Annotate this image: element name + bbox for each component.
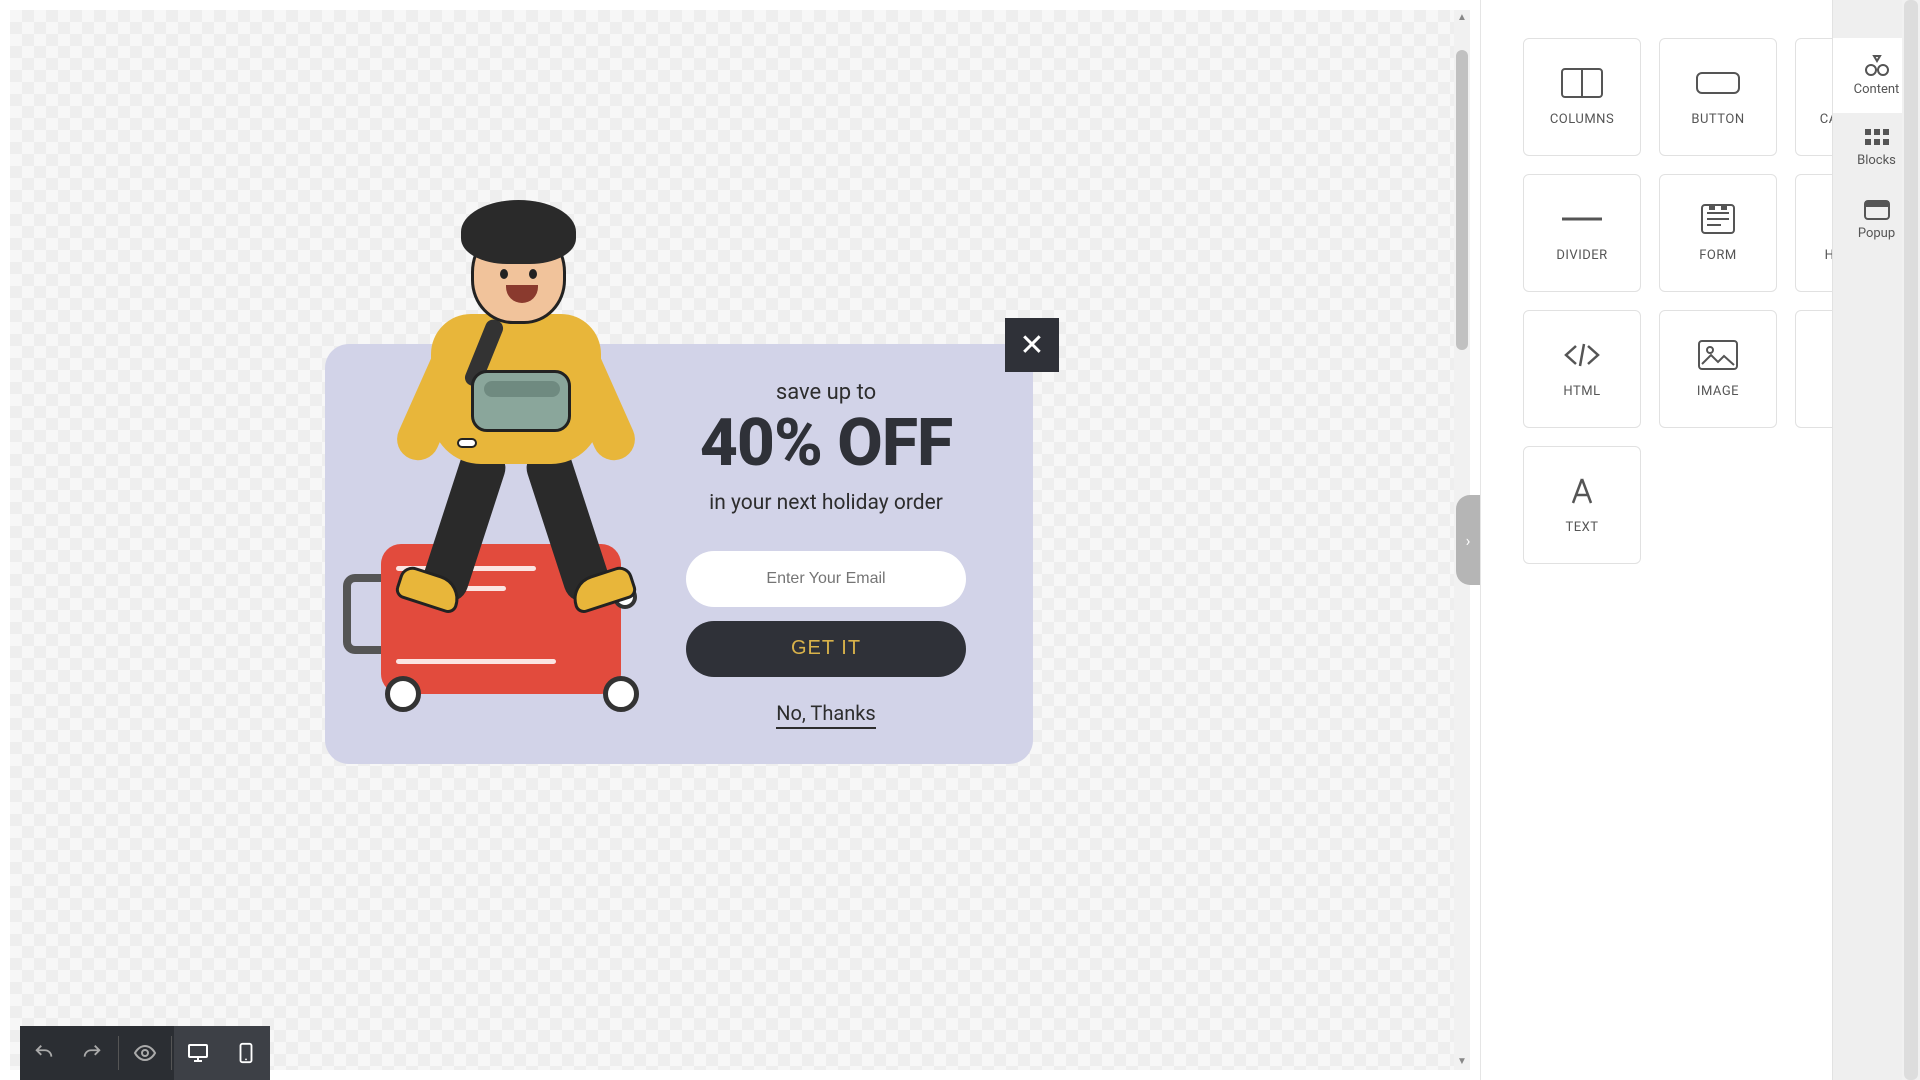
redo-icon	[81, 1042, 103, 1064]
rail-label: Content	[1854, 82, 1900, 97]
traveler-illustration	[321, 254, 671, 734]
image-icon	[1696, 340, 1740, 370]
scroll-down-arrow[interactable]: ▼	[1454, 1054, 1470, 1070]
editor-canvas-wrap: ▲ ▼ ✕	[0, 0, 1480, 1080]
block-label: IMAGE	[1697, 384, 1739, 399]
rail-label: Popup	[1858, 226, 1895, 241]
redo-button[interactable]	[68, 1026, 116, 1080]
chevron-right-icon: ›	[1466, 531, 1471, 550]
page-scroll-thumb[interactable]	[1904, 0, 1918, 1080]
block-text[interactable]: TEXT	[1523, 446, 1641, 564]
undo-button[interactable]	[20, 1026, 68, 1080]
mobile-icon	[238, 1042, 254, 1064]
page-scrollbar[interactable]	[1902, 0, 1920, 1080]
undo-icon	[33, 1042, 55, 1064]
eye-icon	[133, 1041, 157, 1065]
popup-content-column: save up to 40% OFF in your next holiday …	[635, 344, 1033, 764]
block-label: HTML	[1563, 384, 1600, 399]
block-form[interactable]: FORM	[1659, 174, 1777, 292]
block-label: FORM	[1699, 248, 1737, 263]
popup-icon	[1864, 200, 1890, 220]
preview-button[interactable]	[121, 1026, 169, 1080]
popup-subtitle[interactable]: in your next holiday order	[709, 491, 943, 515]
blocks-icon	[1865, 129, 1889, 147]
block-columns[interactable]: COLUMNS	[1523, 38, 1641, 156]
html-icon	[1560, 340, 1604, 370]
columns-icon	[1560, 68, 1604, 98]
text-icon	[1560, 476, 1604, 506]
toolbar-separator	[171, 1036, 172, 1070]
block-label: BUTTON	[1691, 112, 1744, 127]
mobile-view-button[interactable]	[222, 1026, 270, 1080]
bottom-toolbar	[20, 1026, 270, 1080]
block-divider[interactable]: DIVIDER	[1523, 174, 1641, 292]
desktop-icon	[186, 1041, 210, 1065]
collapse-sidebar-handle[interactable]: ›	[1456, 495, 1480, 585]
form-icon	[1696, 204, 1740, 234]
desktop-view-button[interactable]	[174, 1026, 222, 1080]
editor-canvas[interactable]: ▲ ▼ ✕	[10, 10, 1470, 1070]
block-label: COLUMNS	[1550, 112, 1614, 127]
popup-overline[interactable]: save up to	[776, 380, 876, 405]
dismiss-link[interactable]: No, Thanks	[776, 701, 876, 729]
popup-illustration-column	[325, 344, 635, 764]
email-input[interactable]	[686, 551, 966, 607]
block-html[interactable]: HTML	[1523, 310, 1641, 428]
close-icon: ✕	[1019, 328, 1044, 363]
app-root: ▲ ▼ ✕	[0, 0, 1920, 1080]
block-label: DIVIDER	[1556, 248, 1607, 263]
popup-card[interactable]: ✕	[325, 344, 1033, 764]
popup-headline[interactable]: 40% OFF	[700, 411, 952, 477]
toolbar-separator	[118, 1036, 119, 1070]
content-icon	[1863, 54, 1891, 76]
popup-close-button[interactable]: ✕	[1005, 318, 1059, 372]
block-label: TEXT	[1565, 520, 1598, 535]
scroll-thumb[interactable]	[1456, 50, 1468, 350]
block-button[interactable]: BUTTON	[1659, 38, 1777, 156]
button-icon	[1696, 68, 1740, 98]
submit-button[interactable]: GET IT	[686, 621, 966, 677]
divider-icon	[1560, 204, 1604, 234]
block-image[interactable]: IMAGE	[1659, 310, 1777, 428]
right-sidebar: COLUMNS BUTTON ⚡ CAROUSEL DIVIDER	[1480, 0, 1920, 1080]
scroll-up-arrow[interactable]: ▲	[1454, 10, 1470, 26]
rail-label: Blocks	[1857, 153, 1896, 168]
